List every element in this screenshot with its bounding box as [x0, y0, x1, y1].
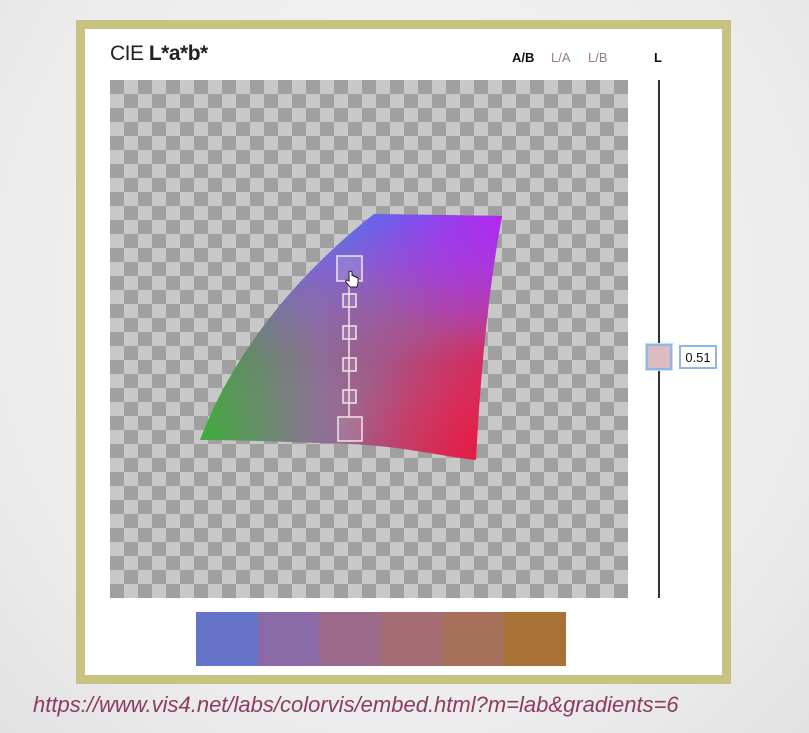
gradient-swatch	[257, 612, 320, 666]
source-url[interactable]: https://www.vis4.net/labs/colorvis/embed…	[33, 692, 679, 718]
gradient-end-handle[interactable]	[337, 416, 363, 442]
gradient-step-marker	[342, 293, 357, 308]
tab-lb[interactable]: L/B	[588, 50, 608, 65]
lightness-axis-label: L	[654, 50, 662, 65]
title-prefix: CIE	[110, 42, 144, 65]
gradient-swatch	[319, 612, 382, 666]
tab-ab[interactable]: A/B	[512, 50, 534, 65]
gradient-step-marker	[342, 389, 357, 404]
gamut-plot	[200, 214, 502, 460]
colorspace-title: CIE L*a*b*	[110, 42, 208, 66]
gradient-swatch	[196, 612, 258, 666]
title-main: L*a*b*	[148, 42, 208, 65]
gradient-step-marker	[342, 357, 357, 372]
gradient-swatch	[504, 612, 567, 666]
lightness-slider-handle[interactable]	[646, 344, 672, 370]
lightness-slider-track[interactable]	[658, 80, 660, 598]
lightness-value-field[interactable]: 0.51	[679, 345, 717, 369]
gradient-swatch	[381, 612, 443, 666]
gradient-step-marker	[342, 325, 357, 340]
color-plane-canvas[interactable]	[110, 80, 628, 598]
gradient-preview	[196, 612, 567, 666]
gradient-swatch	[442, 612, 505, 666]
tab-la[interactable]: L/A	[551, 50, 571, 65]
